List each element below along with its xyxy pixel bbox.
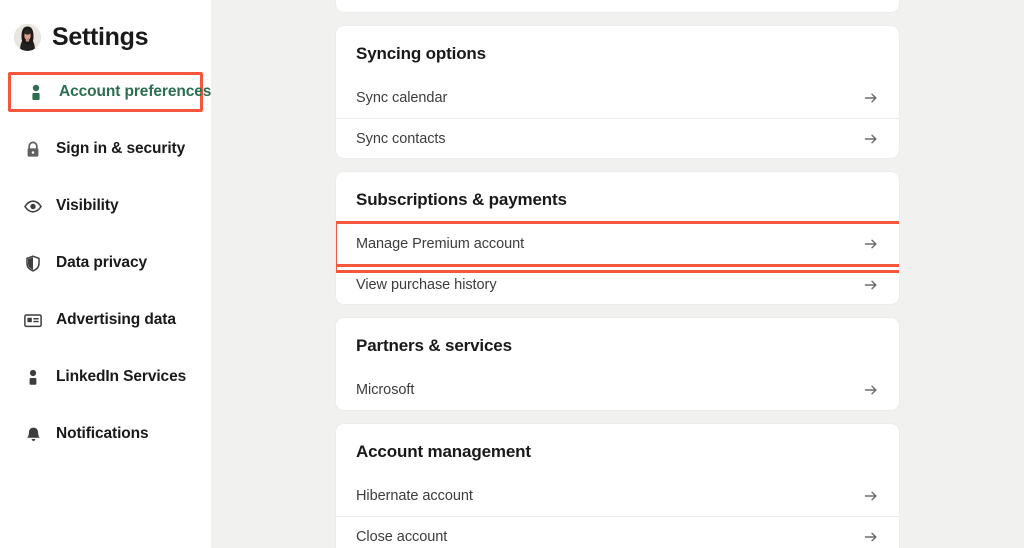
- card-title: Subscriptions & payments: [356, 190, 567, 209]
- row-sync-calendar[interactable]: Sync calendar: [336, 78, 899, 118]
- main-content: Syncing options Sync calendar Sync conta…: [211, 0, 1024, 548]
- sidebar-item-account-preferences[interactable]: Account preferences: [8, 72, 211, 112]
- eye-icon: [24, 197, 42, 215]
- sidebar-item-notifications[interactable]: Notifications: [8, 414, 203, 454]
- row-sync-contacts[interactable]: Sync contacts: [336, 118, 899, 158]
- arrow-right-icon: [863, 277, 879, 293]
- row-label: Microsoft: [356, 382, 415, 398]
- avatar[interactable]: [14, 23, 41, 51]
- shield-icon: [24, 254, 42, 272]
- person-icon: [24, 368, 42, 386]
- arrow-right-icon: [863, 529, 879, 545]
- row-label: Close account: [356, 528, 448, 545]
- arrow-right-icon: [863, 90, 879, 106]
- row-view-purchase-history[interactable]: View purchase history: [336, 264, 899, 304]
- card-title: Partners & services: [356, 336, 512, 355]
- sidebar-item-label: Advertising data: [56, 311, 176, 328]
- person-icon: [27, 83, 45, 101]
- arrow-right-icon: [863, 382, 879, 398]
- settings-page: Settings Account preferences Sign in & s…: [0, 0, 1024, 548]
- lock-icon: [24, 140, 42, 158]
- card-title: Account management: [356, 442, 531, 461]
- card-title: Syncing options: [356, 44, 486, 63]
- sidebar-header: Settings: [0, 0, 211, 56]
- settings-card-partial-top: [336, 0, 899, 12]
- sidebar-item-label: LinkedIn Services: [56, 368, 187, 385]
- sidebar-item-linkedin-services[interactable]: LinkedIn Services: [8, 357, 203, 397]
- row-label: Manage Premium account: [356, 236, 525, 252]
- sidebar-item-label: Account preferences: [59, 83, 212, 100]
- row-manage-premium-account[interactable]: Manage Premium account: [336, 221, 899, 273]
- row-label: Sync calendar: [356, 90, 448, 106]
- sidebar: Settings Account preferences Sign in & s…: [0, 0, 211, 548]
- settings-card-subscriptions-and-payments: Subscriptions & payments Manage Premium …: [336, 172, 899, 304]
- row-label: Sync contacts: [356, 130, 446, 147]
- arrow-right-icon: [863, 236, 879, 252]
- settings-card-account-management: Account management Hibernate account Clo…: [336, 424, 899, 548]
- sidebar-item-label: Data privacy: [56, 254, 147, 271]
- sidebar-item-data-privacy[interactable]: Data privacy: [8, 243, 203, 283]
- sidebar-item-advertising-data[interactable]: Advertising data: [8, 300, 203, 340]
- settings-card-partners-and-services: Partners & services Microsoft: [336, 318, 899, 410]
- settings-card-list: Syncing options Sync calendar Sync conta…: [336, 0, 899, 548]
- arrow-right-icon: [863, 131, 879, 147]
- settings-card-syncing-options: Syncing options Sync calendar Sync conta…: [336, 26, 899, 158]
- row-label: View purchase history: [356, 276, 497, 293]
- sidebar-item-label: Sign in & security: [56, 140, 186, 157]
- ad-card-icon: [24, 311, 42, 329]
- row-close-account[interactable]: Close account: [336, 516, 899, 548]
- sidebar-item-label: Notifications: [56, 425, 149, 442]
- bell-icon: [24, 425, 42, 443]
- arrow-right-icon: [863, 488, 879, 504]
- row-microsoft[interactable]: Microsoft: [336, 370, 899, 410]
- page-title: Settings: [52, 22, 149, 51]
- sidebar-nav: Account preferences Sign in & security V…: [0, 72, 211, 471]
- sidebar-item-visibility[interactable]: Visibility: [8, 186, 203, 226]
- sidebar-item-sign-in-and-security[interactable]: Sign in & security: [8, 129, 203, 169]
- sidebar-item-label: Visibility: [56, 197, 119, 214]
- row-label: Hibernate account: [356, 488, 473, 504]
- row-hibernate-account[interactable]: Hibernate account: [336, 476, 899, 516]
